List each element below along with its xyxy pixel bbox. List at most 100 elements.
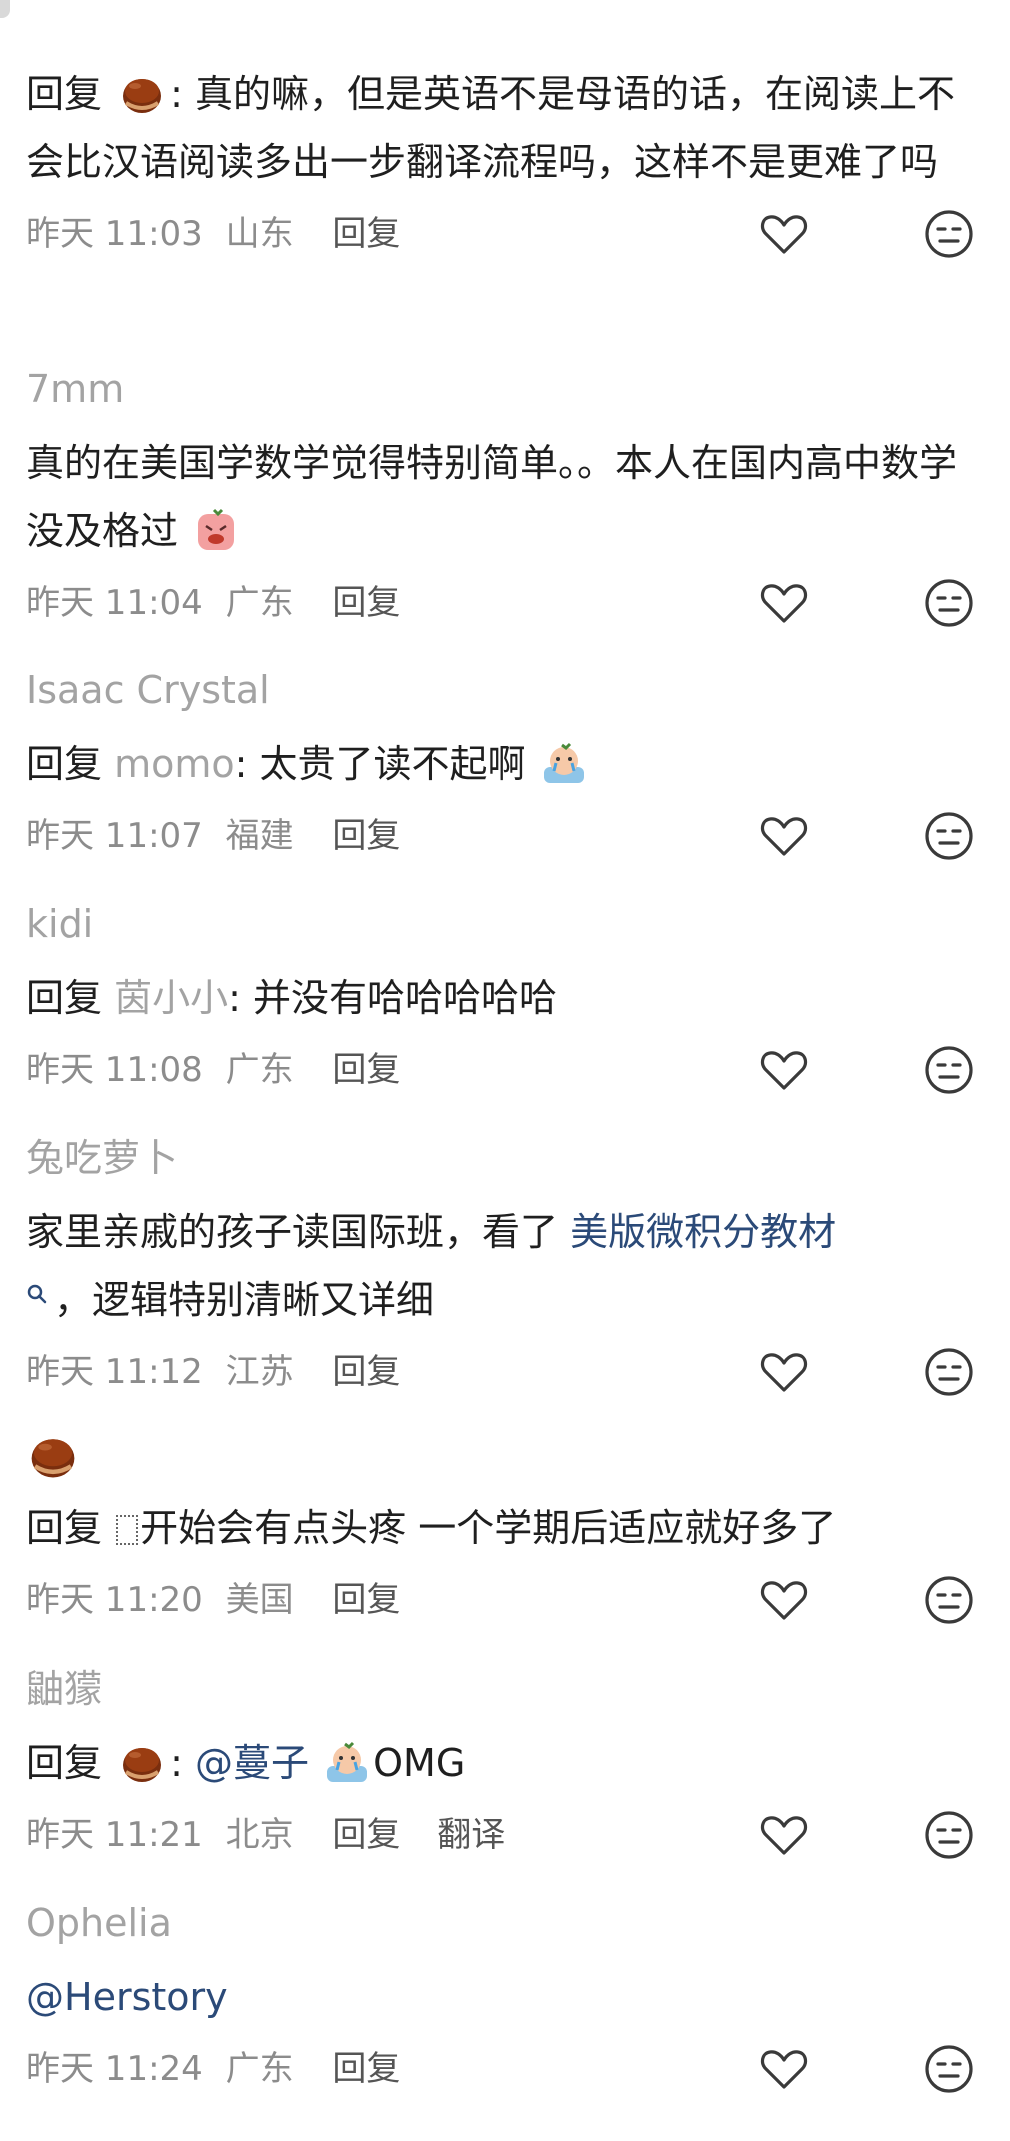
like-button[interactable] xyxy=(756,1572,812,1628)
comment-time: 昨天 11:07 xyxy=(26,816,203,856)
neutral-face-icon xyxy=(925,812,973,860)
comment-username[interactable]: 鼬獴 xyxy=(26,1663,984,1715)
comment-location: 广东 xyxy=(225,583,294,623)
reply-button[interactable]: 回复 xyxy=(332,1050,400,1090)
comment-item: 回复 开始会有点头疼 一个学期后适应就好多了 昨天 11:20 美国 回复 xyxy=(26,1428,984,1630)
comment-body: 太贵了读不起啊 xyxy=(247,742,526,786)
comment-text: 回复 : 真的嘛，但是英语不是母语的话，在阅读上不会比汉语阅读多出一步翻译流程吗… xyxy=(26,60,984,196)
reply-target[interactable]: momo xyxy=(114,742,235,786)
dislike-button[interactable] xyxy=(921,1042,977,1098)
comment-time: 昨天 11:20 xyxy=(26,1580,203,1620)
comment-body-after: ，逻辑特别清晰又详细 xyxy=(54,1278,435,1322)
search-keyword-link[interactable]: 美版微积分教材 xyxy=(570,1210,836,1254)
reply-target[interactable]: 茵小小 xyxy=(114,976,228,1020)
chestnut-avatar-icon[interactable] xyxy=(118,1738,166,1786)
comment-time: 昨天 11:04 xyxy=(26,583,203,623)
dislike-button[interactable] xyxy=(921,575,977,631)
comment-meta: 昨天 11:21 北京 回复 翻译 xyxy=(26,1805,984,1865)
neutral-face-icon xyxy=(925,1348,973,1396)
comment-meta: 昨天 11:07 福建 回复 xyxy=(26,806,984,866)
heart-outline-icon xyxy=(760,1051,808,1090)
comment-meta: 昨天 11:20 美国 回复 xyxy=(26,1570,984,1630)
reply-button[interactable]: 回复 xyxy=(332,583,400,623)
comment-item: 鼬獴 回复 : @蔓子 OMG 昨天 11:21 北京 回复 翻译 xyxy=(26,1663,984,1865)
comment-username[interactable]: 兔吃萝卜 xyxy=(26,1132,984,1184)
comment-body: OMG xyxy=(373,1741,466,1785)
heart-outline-icon xyxy=(760,817,808,856)
comment-username[interactable]: Ophelia xyxy=(26,1897,984,1949)
crying-baby-emoji-icon xyxy=(327,1741,368,1782)
comment-location: 福建 xyxy=(225,816,294,856)
comment-item: 7mm 真的在美国学数学觉得特别简单。。本人在国内高中数学没及格过 昨天 11:… xyxy=(26,363,984,633)
comment-body: 并没有哈哈哈哈哈 xyxy=(240,976,558,1020)
dislike-button[interactable] xyxy=(921,1344,977,1400)
neutral-face-icon xyxy=(925,1811,973,1859)
dislike-button[interactable] xyxy=(921,1572,977,1628)
dislike-button[interactable] xyxy=(921,206,977,262)
like-button[interactable] xyxy=(756,1807,812,1863)
dislike-button[interactable] xyxy=(921,1807,977,1863)
reply-colon: : xyxy=(170,72,183,116)
translate-button[interactable]: 翻译 xyxy=(437,1815,505,1855)
comment-item: 回复 : 真的嘛，但是英语不是母语的话，在阅读上不会比汉语阅读多出一步翻译流程吗… xyxy=(26,60,984,264)
reply-prefix: 回复 xyxy=(26,72,103,116)
comment-meta: 昨天 11:08 广东 回复 xyxy=(26,1040,984,1100)
top-edge-fragment xyxy=(0,0,10,18)
neutral-face-icon xyxy=(925,579,973,627)
comment-meta: 昨天 11:24 广东 回复 xyxy=(26,2039,984,2099)
comment-text: @Herstory xyxy=(26,1963,984,2031)
like-button[interactable] xyxy=(756,2041,812,2097)
reply-button[interactable]: 回复 xyxy=(332,2049,400,2089)
reply-button[interactable]: 回复 xyxy=(332,816,400,856)
like-button[interactable] xyxy=(756,808,812,864)
comment-username[interactable]: kidi xyxy=(26,898,984,950)
mention-link[interactable]: @Herstory xyxy=(26,1975,228,2019)
comment-text: 回复 开始会有点头疼 一个学期后适应就好多了 xyxy=(26,1494,984,1562)
comment-time: 昨天 11:08 xyxy=(26,1050,203,1090)
comment-location: 美国 xyxy=(225,1580,294,1620)
like-button[interactable] xyxy=(756,206,812,262)
search-icon[interactable] xyxy=(26,1283,48,1305)
comment-item: 兔吃萝卜 家里亲戚的孩子读国际班，看了 美版微积分教材 ，逻辑特别清晰又详细 昨… xyxy=(26,1132,984,1402)
comment-username[interactable]: Isaac Crystal xyxy=(26,664,984,716)
chestnut-avatar-icon[interactable] xyxy=(26,1428,80,1482)
neutral-face-icon xyxy=(925,1046,973,1094)
comment-item: kidi 回复 茵小小: 并没有哈哈哈哈哈 昨天 11:08 广东 回复 xyxy=(26,898,984,1100)
like-button[interactable] xyxy=(756,1344,812,1400)
chestnut-avatar-icon[interactable] xyxy=(118,69,166,117)
reply-button[interactable]: 回复 xyxy=(332,1815,400,1855)
mention-link[interactable]: @蔓子 xyxy=(195,1741,309,1785)
comment-location: 广东 xyxy=(225,1050,294,1090)
like-button[interactable] xyxy=(756,575,812,631)
comment-meta: 昨天 11:12 江苏 回复 xyxy=(26,1342,984,1402)
comment-username[interactable]: 7mm xyxy=(26,363,984,415)
reply-prefix: 回复 xyxy=(26,742,103,786)
comment-time: 昨天 11:24 xyxy=(26,2049,203,2089)
comment-text: 回复 茵小小: 并没有哈哈哈哈哈 xyxy=(26,964,984,1032)
comment-location: 广东 xyxy=(225,2049,294,2089)
comment-meta: 昨天 11:03 山东 回复 xyxy=(26,204,984,264)
dislike-button[interactable] xyxy=(921,2041,977,2097)
reply-colon: : xyxy=(228,976,241,1020)
comment-text: 回复 momo: 太贵了读不起啊 xyxy=(26,730,984,798)
like-button[interactable] xyxy=(756,1042,812,1098)
comment-meta: 昨天 11:04 广东 回复 xyxy=(26,573,984,633)
comment-username[interactable] xyxy=(26,1428,984,1480)
dislike-button[interactable] xyxy=(921,808,977,864)
reply-button[interactable]: 回复 xyxy=(332,1580,400,1620)
comment-location: 山东 xyxy=(225,214,294,254)
reply-button[interactable]: 回复 xyxy=(332,1352,400,1392)
reply-colon: : xyxy=(234,742,248,786)
comment-text: 家里亲戚的孩子读国际班，看了 美版微积分教材 ，逻辑特别清晰又详细 xyxy=(26,1198,984,1334)
comment-time: 昨天 11:12 xyxy=(26,1352,203,1392)
comment-body: 开始会有点头疼 一个学期后适应就好多了 xyxy=(140,1506,837,1550)
reply-prefix: 回复 xyxy=(26,1506,103,1550)
reply-button[interactable]: 回复 xyxy=(332,214,400,254)
neutral-face-icon xyxy=(925,210,973,258)
comment-body-before: 家里亲戚的孩子读国际班，看了 xyxy=(26,1210,571,1254)
heart-outline-icon xyxy=(760,1353,808,1392)
crying-emoji-icon xyxy=(198,508,235,550)
comment-location: 北京 xyxy=(225,1815,294,1855)
heart-outline-icon xyxy=(760,215,808,254)
heart-outline-icon xyxy=(760,1816,808,1855)
